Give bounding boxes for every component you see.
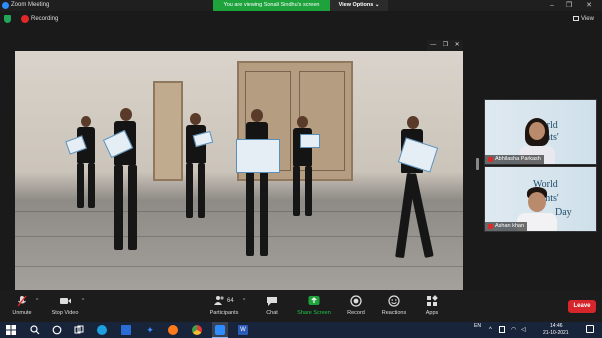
muted-mic-icon [488,224,493,229]
windows-start-icon[interactable] [6,325,16,335]
language-indicator[interactable]: EN [474,323,481,329]
participants-label: Participants [209,310,239,316]
window-titlebar: Zoom Meeting You are viewing Sonali Sind… [0,0,602,11]
word-icon[interactable]: W [238,325,248,335]
view-options-button[interactable]: View Options ⌄ [330,0,388,11]
tray-chevron-icon[interactable]: ^ [489,327,492,333]
search-icon[interactable] [30,325,40,335]
stop-video-button[interactable]: Stop Video [48,295,82,317]
shared-minimize-button[interactable]: — [430,40,436,51]
share-banner: You are viewing Sonali Sindhu's screen V… [213,0,388,11]
reactions-label: Reactions [381,310,407,316]
participant-name: Abhilasha Parkash [495,156,541,162]
apps-icon [427,295,438,306]
participants-options-caret-icon[interactable]: ^ [243,298,245,304]
meeting-status-row: Recording View [0,11,602,28]
reactions-button[interactable]: Reactions [379,295,409,317]
zoom-logo-icon [2,2,9,9]
record-button[interactable]: Record [343,295,369,317]
close-button[interactable]: ✕ [582,0,596,11]
record-label: Record [347,310,365,316]
wifi-icon[interactable]: ◠ [511,326,516,333]
task-view-icon[interactable] [74,325,84,335]
audio-options-caret-icon[interactable]: ^ [36,298,38,304]
firefox-icon[interactable] [168,325,178,335]
shared-close-button[interactable]: ✕ [455,40,460,51]
participants-icon [214,296,224,306]
volume-icon[interactable]: ◁ [521,326,526,333]
participants-count: 64 [226,298,234,304]
mail-icon[interactable] [121,325,131,335]
participants-button[interactable]: 64 Participants [206,295,242,317]
leave-button[interactable]: Leave [568,300,596,313]
clock-date[interactable]: 21-10-2021 [543,330,569,336]
participant-name: Ashan khan [495,223,525,229]
background-text: Day [555,207,572,218]
share-screen-label: Share Screen [297,310,331,316]
chat-button[interactable]: Chat [261,295,283,317]
gallery-grid-icon [573,15,579,21]
windows-taskbar: ✦ W EN ^ ◠ ◁ 14:46 21-10-2021 [0,322,602,338]
view-label: View [581,16,594,22]
shared-restore-button[interactable]: ❐ [443,40,448,51]
battery-icon[interactable] [499,326,505,333]
viewing-screen-notice: You are viewing Sonali Sindhu's screen [213,0,330,11]
share-screen-button[interactable]: Share Screen [294,295,334,317]
meeting-toolbar: Unmute ^ Stop Video ^ 64 Participants ^ … [0,290,602,322]
apps-button[interactable]: Apps [421,295,443,317]
dropbox-icon[interactable]: ✦ [145,325,155,335]
stop-video-label: Stop Video [51,310,79,316]
recording-icon [21,15,29,23]
chat-label: Chat [266,310,278,316]
notifications-icon[interactable] [586,325,594,333]
video-options-caret-icon[interactable]: ^ [82,298,84,304]
apps-label: Apps [425,310,439,316]
participant-tile[interactable]: World idents' Abhilasha Parkash [484,99,597,165]
muted-mic-icon [488,157,493,162]
restore-button[interactable]: ❐ [562,0,576,11]
participant-name-tag: Abhilasha Parkash [485,155,544,164]
participant-name-tag: Ashan khan [485,222,528,231]
shared-video-frame [15,51,463,292]
video-camera-icon [59,298,71,304]
unmute-button[interactable]: Unmute [8,295,36,317]
shared-screen-window: — ❐ ✕ [15,40,463,292]
side-door [153,81,183,181]
participant-tile[interactable]: World idents' Day Ashan khan [484,166,597,232]
clock-time[interactable]: 14:46 [550,323,563,329]
view-button[interactable]: View [573,14,594,24]
chrome-icon[interactable] [192,325,202,335]
panel-resize-handle[interactable] [476,158,479,170]
security-shield-icon[interactable] [4,15,11,23]
muted-microphone-icon [17,295,27,307]
window-title: Zoom Meeting [11,2,50,8]
share-screen-icon [308,296,320,305]
recording-label: Recording [31,16,59,22]
edge-browser-icon[interactable] [97,325,107,335]
unmute-label: Unmute [12,310,32,316]
shared-window-titlebar: — ❐ ✕ [427,40,463,51]
cortana-icon[interactable] [52,325,62,335]
record-icon [350,295,362,307]
minimize-button[interactable]: – [545,0,559,11]
zoom-app-icon[interactable] [215,325,225,335]
chat-bubble-icon [267,297,277,306]
reactions-smiley-icon [388,295,400,307]
